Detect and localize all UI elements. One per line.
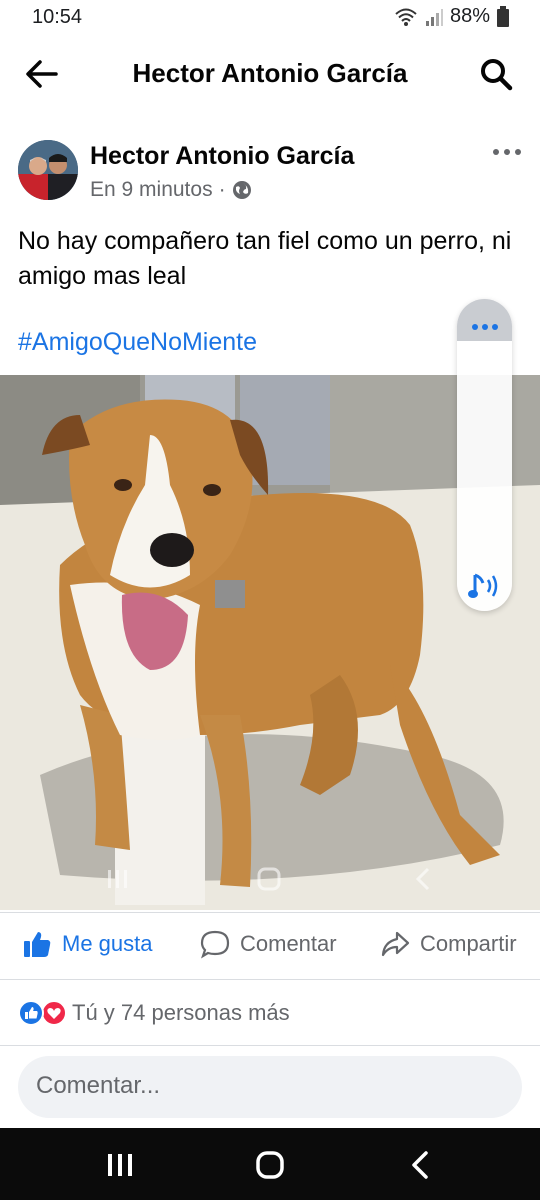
recents-icon xyxy=(108,1154,132,1176)
avatar-photo xyxy=(18,140,78,200)
more-dots-icon xyxy=(493,149,521,155)
music-note-icon xyxy=(468,573,498,598)
thumbs-up-icon xyxy=(24,932,51,957)
post-action-bar: Me gusta Comentar Compartir xyxy=(0,912,540,980)
comment-placeholder: Comentar... xyxy=(36,1072,161,1099)
status-time: 10:54 xyxy=(32,6,83,28)
comment-input[interactable]: Comentar... xyxy=(18,1056,522,1118)
post-options-button[interactable] xyxy=(490,140,524,164)
back-chevron-icon xyxy=(412,1151,428,1179)
like-label: Me gusta xyxy=(62,931,153,956)
system-back-button[interactable] xyxy=(400,1148,440,1182)
floating-menu-button[interactable] xyxy=(469,319,501,330)
share-arrow-icon xyxy=(381,931,410,957)
search-icon xyxy=(481,59,513,91)
meta-separator: · xyxy=(218,178,226,201)
share-label: Compartir xyxy=(420,931,517,956)
signal-icon xyxy=(425,8,443,26)
share-button[interactable]: Compartir xyxy=(380,929,517,959)
love-reaction-icon xyxy=(41,1000,67,1026)
reaction-icons xyxy=(18,1000,67,1026)
home-icon xyxy=(256,1151,284,1179)
comment-bubble-icon xyxy=(200,930,230,959)
post-text: No hay compañero tan fiel como un perro,… xyxy=(18,227,512,290)
author-name[interactable]: Hector Antonio García xyxy=(90,142,354,171)
reactions-text[interactable]: Tú y 74 personas más xyxy=(72,1000,290,1026)
app-header: Hector Antonio García xyxy=(0,36,540,112)
recents-button[interactable] xyxy=(100,1148,140,1182)
page-title: Hector Antonio García xyxy=(132,58,408,88)
status-indicators: 88% xyxy=(394,5,510,28)
post-header: Hector Antonio García En 9 minutos · xyxy=(0,130,540,210)
wifi-icon xyxy=(395,8,417,26)
home-button[interactable] xyxy=(250,1148,290,1182)
battery-icon xyxy=(497,5,509,27)
floating-side-panel xyxy=(457,299,512,611)
comment-label: Comentar xyxy=(240,931,337,956)
post-meta: En 9 minutos · xyxy=(90,178,252,202)
battery-level: 88% xyxy=(449,5,490,27)
post-hashtag[interactable]: #AmigoQueNoMiente xyxy=(18,328,257,357)
like-button[interactable]: Me gusta xyxy=(22,929,153,959)
more-dots-icon xyxy=(472,324,498,330)
reactions-summary: Tú y 74 personas más xyxy=(0,982,540,1046)
like-reaction-icon xyxy=(18,1000,44,1026)
post-time[interactable]: En 9 minutos xyxy=(90,178,213,202)
status-bar: 10:54 88% xyxy=(0,0,540,36)
globe-icon xyxy=(232,181,251,199)
audio-button[interactable] xyxy=(467,569,503,603)
search-button[interactable] xyxy=(476,54,516,94)
comment-button[interactable]: Comentar xyxy=(200,929,337,959)
system-nav-bar xyxy=(0,1128,540,1200)
avatar[interactable] xyxy=(18,140,78,200)
